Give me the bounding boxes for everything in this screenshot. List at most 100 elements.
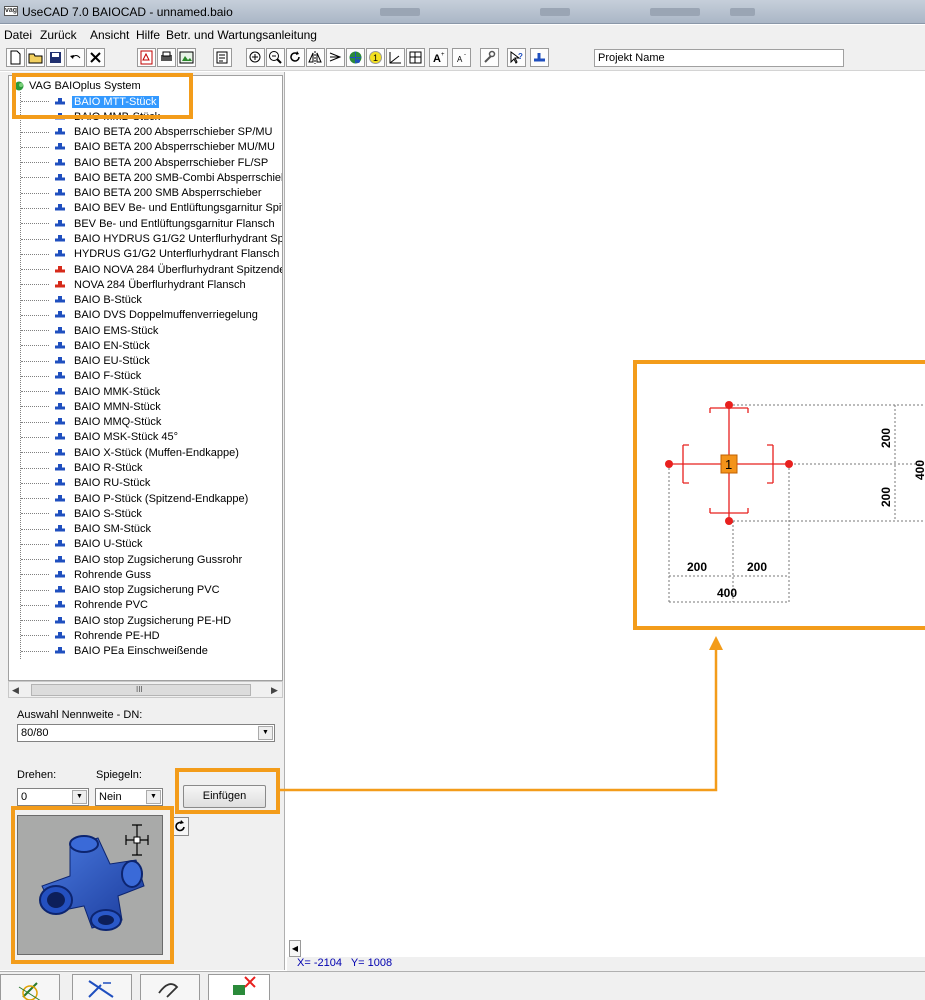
dn-select[interactable]: 80/80 ▼ — [17, 724, 275, 742]
pdf-export-icon[interactable] — [137, 48, 156, 67]
tab-pipe-cross-tool[interactable] — [0, 974, 60, 1000]
pipe-fitting-icon[interactable] — [530, 48, 549, 67]
rotate-icon[interactable] — [286, 48, 305, 67]
chevron-down-icon[interactable]: ▼ — [146, 790, 161, 804]
tree-item[interactable]: BAIO stop Zugsicherung PVC — [9, 583, 282, 598]
tree-item[interactable]: BAIO MMK-Stück — [9, 384, 282, 399]
bottom-tool-tabs — [0, 971, 925, 1000]
tree-item[interactable]: BAIO X-Stück (Muffen-Endkappe) — [9, 445, 282, 460]
chevron-down-icon[interactable]: ▼ — [72, 790, 87, 804]
fitting-tree[interactable]: VAG BAIOplus System BAIO MTT-Stück BAIO M… — [8, 75, 283, 681]
zoom-out-icon[interactable] — [266, 48, 285, 67]
tree-item[interactable]: Rohrende PVC — [9, 598, 282, 613]
number-marker-icon[interactable]: 1 — [366, 48, 385, 67]
angle-icon[interactable] — [386, 48, 405, 67]
tree-item[interactable]: BAIO MMN-Stück — [9, 399, 282, 414]
title-bar: vag UseCAD 7.0 BAIOCAD - unnamed.baio — [0, 0, 925, 24]
tree-connector — [21, 528, 49, 530]
open-folder-icon[interactable] — [26, 48, 45, 67]
mirror-select[interactable]: Nein ▼ — [95, 788, 163, 806]
dim-horizontal-total: 400 — [717, 586, 737, 600]
zoom-in-icon[interactable] — [246, 48, 265, 67]
image-export-icon[interactable] — [177, 48, 196, 67]
tree-item[interactable]: BAIO F-Stück — [9, 369, 282, 384]
tree-item[interactable]: BAIO B-Stück — [9, 292, 282, 307]
tab-measure-tool[interactable] — [140, 974, 200, 1000]
tree-horizontal-scrollbar[interactable]: ◀ III ▶ — [8, 681, 283, 698]
tree-item-label: HYDRUS G1/G2 Unterflurhydrant Flansch — [74, 248, 280, 261]
properties-icon[interactable] — [213, 48, 232, 67]
tree-item[interactable]: BAIO EMS-Stück — [9, 323, 282, 338]
tree-item[interactable]: BEV Be- und Entlüftungsgarnitur Flansch — [9, 216, 282, 231]
tree-item[interactable]: BAIO BETA 200 Absperrschieber FL/SP — [9, 155, 282, 170]
wrench-icon[interactable] — [480, 48, 499, 67]
scroll-left-arrow[interactable]: ◀ — [12, 685, 19, 696]
tree-item[interactable]: BAIO S-Stück — [9, 506, 282, 521]
tree-item[interactable]: Rohrende Guss — [9, 567, 282, 582]
menu-ansicht[interactable]: Ansicht — [90, 28, 129, 42]
preview-highlight — [11, 806, 174, 964]
tree-item[interactable]: BAIO DVS Doppelmuffenverriegelung — [9, 308, 282, 323]
new-file-icon[interactable] — [6, 48, 25, 67]
tree-item[interactable]: BAIO BEV Be- und Entlüftungsgarnitur Spi… — [9, 201, 282, 216]
flow-direction-icon[interactable] — [326, 48, 345, 67]
tree-item[interactable]: BAIO BETA 200 SMB Absperrschieber — [9, 186, 282, 201]
gate-valve-icon — [53, 158, 67, 168]
menu-zurueck[interactable]: Zurück — [40, 28, 77, 42]
text-small-icon[interactable]: A- — [452, 48, 471, 67]
tree-item[interactable]: BAIO RU-Stück — [9, 476, 282, 491]
hydrant-icon — [53, 234, 67, 244]
tab-fitting-tool[interactable] — [72, 974, 132, 1000]
menu-datei[interactable]: Datei — [4, 28, 32, 42]
window-title: UseCAD 7.0 BAIOCAD - unnamed.baio — [22, 5, 233, 19]
tree-item[interactable]: BAIO MSK-Stück 45° — [9, 430, 282, 445]
tree-item[interactable]: BAIO EU-Stück — [9, 354, 282, 369]
tree-item[interactable]: BAIO HYDRUS G1/G2 Unterflurhydrant Spitz… — [9, 231, 282, 246]
tree-item[interactable]: BAIO BETA 200 SMB-Combi Absperrschieber — [9, 170, 282, 185]
tab-delete-fitting[interactable] — [208, 974, 270, 1000]
tree-item[interactable]: Rohrende PE-HD — [9, 628, 282, 643]
tree-item[interactable]: BAIO MMQ-Stück — [9, 415, 282, 430]
b-piece-icon — [53, 295, 67, 305]
tree-item[interactable]: BAIO stop Zugsicherung Gussrohr — [9, 552, 282, 567]
tree-connector — [21, 421, 49, 423]
tree-connector — [21, 620, 49, 622]
tree-item[interactable]: BAIO PEa Einschweißende — [9, 644, 282, 659]
tree-item[interactable]: BAIO BETA 200 Absperrschieber SP/MU — [9, 125, 282, 140]
text-large-icon[interactable]: A + — [429, 48, 448, 67]
menu-hilfe[interactable]: Hilfe — [136, 28, 160, 42]
tree-item-label: BAIO SM-Stück — [74, 523, 152, 536]
dimension-icon[interactable] — [406, 48, 425, 67]
tree-selection-highlight — [12, 73, 193, 119]
globe-icon[interactable] — [346, 48, 365, 67]
tree-item[interactable]: BAIO NOVA 284 Überflurhydrant Spitzende — [9, 262, 282, 277]
tree-connector — [21, 391, 49, 393]
delete-icon[interactable] — [86, 48, 105, 67]
project-name-input[interactable]: Projekt Name — [594, 49, 844, 67]
tree-item[interactable]: BAIO P-Stück (Spitzend-Endkappe) — [9, 491, 282, 506]
mirror-icon[interactable] — [306, 48, 325, 67]
print-icon[interactable] — [157, 48, 176, 67]
rotate-select[interactable]: 0 ▼ — [17, 788, 89, 806]
tree-item[interactable]: NOVA 284 Überflurhydrant Flansch — [9, 277, 282, 292]
rotate-preview-button[interactable] — [172, 817, 189, 836]
red-hydrant-icon — [53, 280, 67, 290]
tree-item[interactable]: BAIO SM-Stück — [9, 521, 282, 536]
dim-horizontal-left: 200 — [687, 560, 707, 574]
undo-icon[interactable] — [66, 48, 85, 67]
tree-item-label: BEV Be- und Entlüftungsgarnitur Flansch — [74, 217, 275, 230]
help-cursor-icon[interactable]: ? — [507, 48, 526, 67]
tree-item[interactable]: BAIO U-Stück — [9, 537, 282, 552]
tree-item-label: BAIO RU-Stück — [74, 477, 151, 490]
tree-item[interactable]: BAIO EN-Stück — [9, 338, 282, 353]
tree-connector — [21, 223, 49, 225]
tree-item[interactable]: HYDRUS G1/G2 Unterflurhydrant Flansch — [9, 247, 282, 262]
p-piece-icon — [53, 494, 67, 504]
tree-item[interactable]: BAIO BETA 200 Absperrschieber MU/MU — [9, 140, 282, 155]
tree-item[interactable]: BAIO stop Zugsicherung PE-HD — [9, 613, 282, 628]
menu-betr-wartung[interactable]: Betr. und Wartungsanleitung — [166, 28, 317, 42]
tree-item[interactable]: BAIO R-Stück — [9, 460, 282, 475]
canvas-scroll-left[interactable]: ◀ — [289, 940, 301, 957]
tree-connector — [21, 330, 49, 332]
save-icon[interactable] — [46, 48, 65, 67]
